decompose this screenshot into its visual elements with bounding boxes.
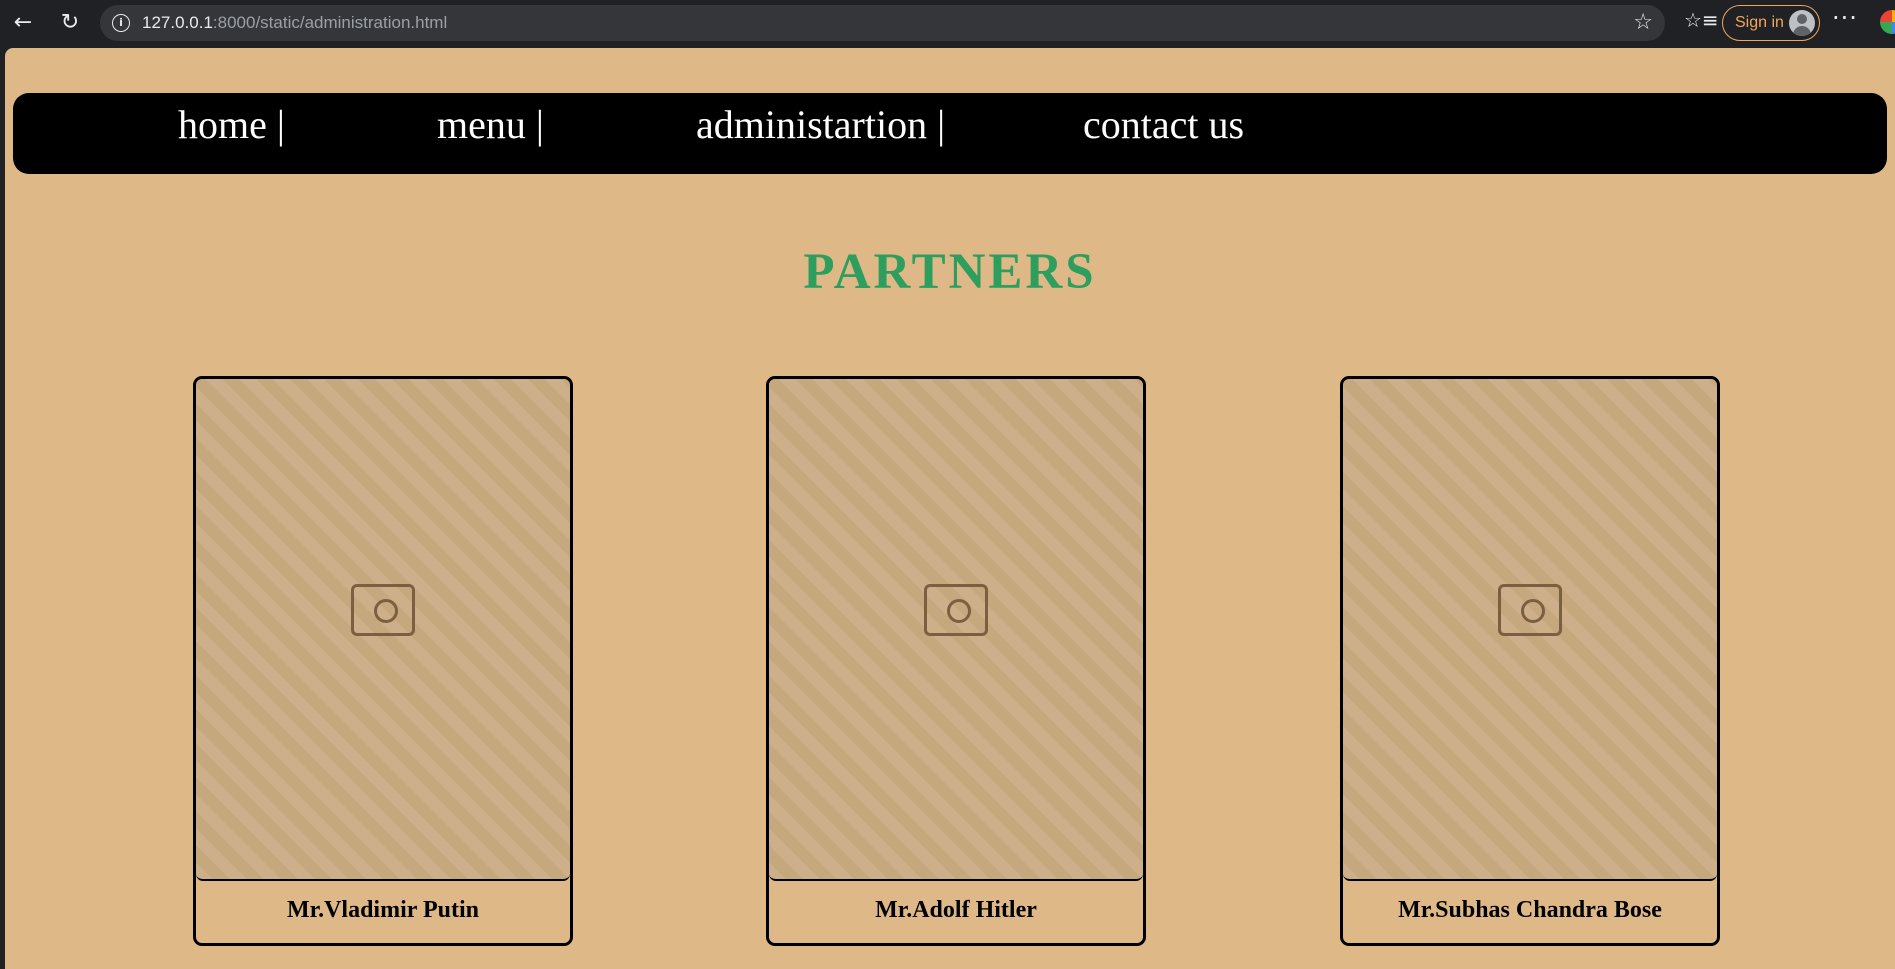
partner-card: Mr.Adolf Hitler — [766, 376, 1146, 946]
image-placeholder-icon — [924, 584, 988, 636]
partner-photo-placeholder — [1343, 379, 1717, 881]
copilot-icon[interactable] — [1880, 10, 1895, 34]
partner-photo-placeholder — [196, 379, 570, 881]
partner-name: Mr.Subhas Chandra Bose — [1398, 897, 1662, 923]
partner-card: Mr.Vladimir Putin — [193, 376, 573, 946]
nav-link-home[interactable]: home | — [178, 101, 285, 148]
site-info-icon[interactable]: i — [112, 14, 130, 32]
url-host: 127.0.0.1 — [142, 13, 213, 32]
page-title: PARTNERS — [803, 244, 1097, 300]
partner-card: Mr.Subhas Chandra Bose — [1340, 376, 1720, 946]
partner-name: Mr.Vladimir Putin — [286, 897, 479, 923]
sign-in-label: Sign in — [1735, 14, 1784, 31]
browser-toolbar: ← ↻ i 127.0.0.1:8000/static/administrati… — [0, 0, 1895, 46]
reload-icon[interactable]: ↻ — [55, 8, 85, 38]
image-placeholder-icon — [351, 584, 415, 636]
nav-link-menu[interactable]: menu | — [437, 101, 544, 148]
sign-in-button[interactable]: Sign in — [1722, 5, 1820, 41]
back-arrow-icon[interactable]: ← — [8, 8, 38, 38]
nav-link-administration[interactable]: administartion | — [696, 101, 945, 148]
nav-link-contact[interactable]: contact us — [1083, 101, 1244, 148]
image-placeholder-icon — [1498, 584, 1562, 636]
profile-avatar-icon — [1789, 10, 1815, 36]
favorites-icon[interactable]: ☆≡ — [1684, 8, 1719, 32]
partner-photo-placeholder — [769, 379, 1143, 881]
url-path: :8000/static/administration.html — [212, 13, 448, 32]
bookmark-star-icon[interactable]: ☆ — [1633, 10, 1653, 35]
top-navbar: home | menu | administartion | contact u… — [13, 93, 1887, 174]
page-viewport: home | menu | administartion | contact u… — [5, 48, 1895, 969]
more-menu-icon[interactable]: ··· — [1832, 4, 1858, 32]
address-bar[interactable]: i 127.0.0.1:8000/static/administration.h… — [100, 5, 1665, 41]
address-bar-url[interactable]: 127.0.0.1:8000/static/administration.htm… — [142, 13, 447, 33]
partner-name: Mr.Adolf Hitler — [875, 897, 1037, 923]
